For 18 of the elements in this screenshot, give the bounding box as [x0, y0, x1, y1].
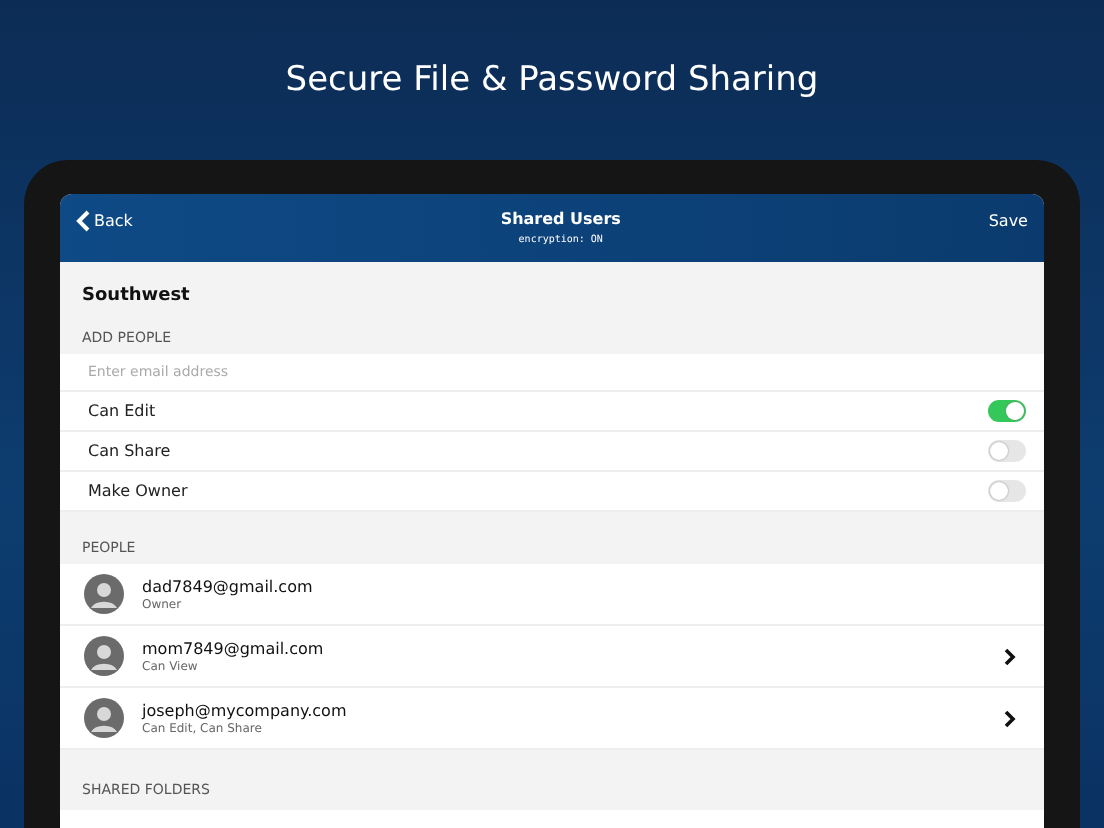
- toggle-switch[interactable]: [988, 400, 1026, 422]
- item-name: Southwest: [80, 284, 192, 310]
- person-email: dad7849@gmail.com: [142, 577, 315, 595]
- toggle-label: Can Edit: [88, 402, 156, 420]
- avatar-icon: [84, 636, 124, 676]
- back-button[interactable]: Back: [76, 209, 133, 231]
- save-button[interactable]: Save: [988, 211, 1028, 229]
- avatar-icon: [84, 698, 124, 738]
- headline: Secure File & Password Sharing: [283, 58, 821, 100]
- person-email: joseph@mycompany.com: [142, 701, 349, 719]
- avatar-icon: [84, 574, 124, 614]
- toggle-label: Can Share: [88, 442, 171, 460]
- nav-title: Shared Users: [500, 210, 621, 228]
- toggle-label: Make Owner: [88, 482, 188, 500]
- toggle-switch[interactable]: [988, 480, 1026, 502]
- toggle-switch[interactable]: [988, 440, 1026, 462]
- chevron-left-icon: [76, 209, 90, 231]
- person-email: mom7849@gmail.com: [142, 639, 326, 657]
